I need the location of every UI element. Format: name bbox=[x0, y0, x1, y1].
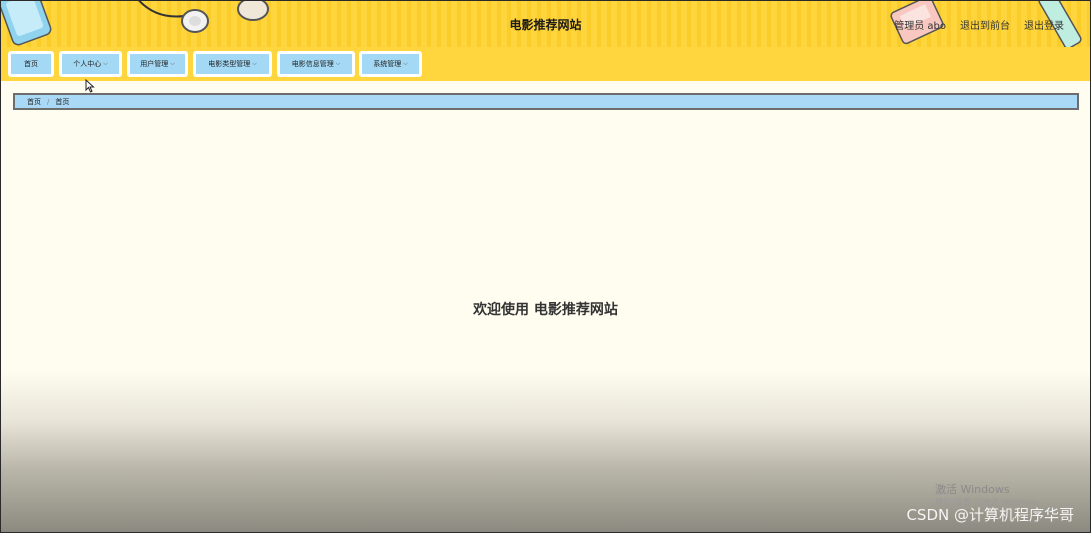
nav-item-label: 电影类型管理 bbox=[208, 60, 251, 68]
nav-item-personal-center[interactable]: 个人中心 ⌵ bbox=[59, 51, 122, 77]
nav-item-label: 首页 bbox=[24, 60, 38, 68]
breadcrumb-item-current: 首页 bbox=[55, 97, 70, 106]
header-actions: 管理员 abo 退出到前台 退出登录 bbox=[894, 17, 1064, 32]
breadcrumb-item-home[interactable]: 首页 bbox=[15, 97, 41, 107]
nav-item-movie-info-management[interactable]: 电影信息管理 ⌵ bbox=[277, 51, 355, 77]
activation-title: 激活 Windows bbox=[935, 483, 1010, 496]
csdn-watermark: CSDN @计算机程序华哥 bbox=[906, 506, 1074, 524]
breadcrumb: 首页 / 首页 bbox=[13, 93, 1079, 110]
chevron-down-icon: ⌵ bbox=[103, 60, 108, 67]
nav-item-system-management[interactable]: 系统管理 ⌵ bbox=[359, 51, 422, 77]
breadcrumb-separator: / bbox=[47, 97, 50, 106]
chevron-down-icon: ⌵ bbox=[170, 60, 175, 67]
nav-item-home[interactable]: 首页 bbox=[8, 51, 54, 77]
chevron-down-icon: ⌵ bbox=[335, 60, 341, 67]
nav-item-label: 系统管理 bbox=[373, 60, 402, 68]
logout-link[interactable]: 退出登录 bbox=[1024, 17, 1064, 32]
top-nav: 首页 个人中心 ⌵ 用户管理 ⌵ 电影类型管理 ⌵ 电影信息管理 ⌵ 系统管理 ⌵ bbox=[1, 47, 1090, 81]
welcome-message: 欢迎使用 电影推荐网站 bbox=[473, 302, 618, 318]
nav-item-movie-type-management[interactable]: 电影类型管理 ⌵ bbox=[193, 51, 272, 77]
nav-item-label: 用户管理 bbox=[140, 60, 169, 68]
chevron-down-icon: ⌵ bbox=[252, 60, 257, 67]
header: 电影推荐网站 管理员 abo 退出到前台 退出登录 bbox=[1, 1, 1090, 48]
back-to-front-link[interactable]: 退出到前台 bbox=[960, 17, 1010, 32]
nav-item-label: 个人中心 bbox=[73, 60, 102, 68]
current-user-label: 管理员 abo bbox=[894, 21, 946, 32]
nav-item-user-management[interactable]: 用户管理 ⌵ bbox=[127, 51, 188, 77]
page: 电影推荐网站 管理员 abo 退出到前台 退出登录 首页 个人中心 ⌵ 用户管理 ⌵… bbox=[0, 0, 1091, 533]
nav-item-label: 电影信息管理 bbox=[291, 60, 334, 68]
chevron-down-icon: ⌵ bbox=[403, 60, 408, 67]
mouse-cursor-icon bbox=[85, 79, 95, 93]
